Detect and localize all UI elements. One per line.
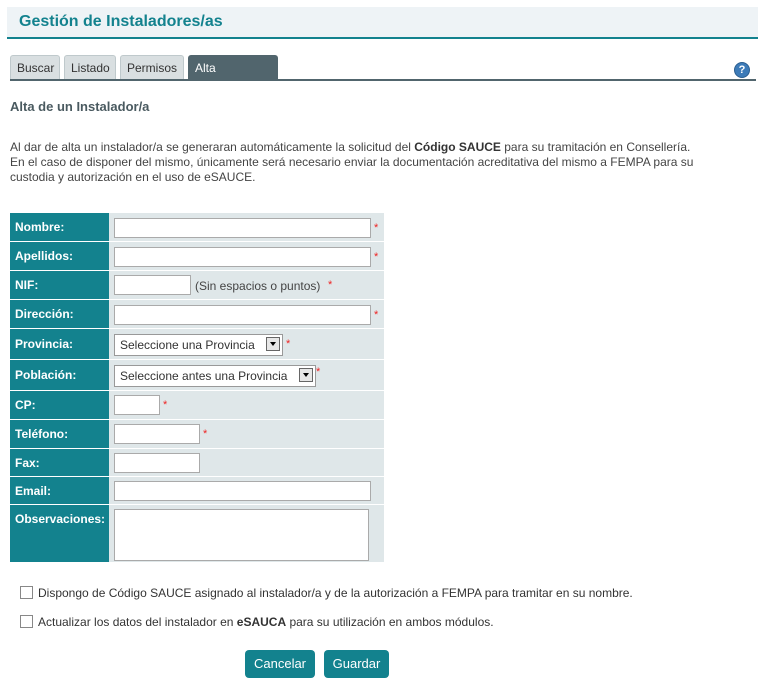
row-telefono: Teléfono: * [10,420,384,449]
poblacion-select[interactable]: Seleccione antes una Provincia [114,365,316,387]
app-title: Gestión de Instaladores/as [19,13,223,30]
label-apellidos: Apellidos: [10,242,109,270]
row-provincia: Provincia: Seleccione una Provincia * [10,329,384,360]
provincia-select[interactable]: Seleccione una Provincia [114,334,283,356]
required-mark: * [163,399,168,411]
nombre-input[interactable] [114,218,371,238]
label-observaciones: Observaciones: [10,505,109,562]
chevron-down-icon [299,368,313,382]
row-nif: NIF: (Sin espacios o puntos) * [10,271,384,300]
row-direccion: Dirección: * [10,300,384,329]
label-cp: CP: [10,391,109,419]
cancel-button[interactable]: Cancelar [245,650,315,678]
row-cp: CP: * [10,391,384,420]
page-header: Gestión de Instaladores/as [7,7,758,39]
tab-bar: Buscar Listado Permisos Alta Instalador … [10,55,756,99]
esauca-checkbox[interactable] [20,615,33,628]
nif-hint: (Sin espacios o puntos) [195,279,321,293]
tab-listado[interactable]: Listado [64,55,116,79]
required-mark: * [374,309,379,321]
label-fax: Fax: [10,449,109,476]
row-observaciones: Observaciones: [10,505,384,563]
observaciones-textarea[interactable] [114,509,369,561]
row-nombre: Nombre: * [10,213,384,242]
esauca-checkbox-label: Actualizar los datos del instalador en e… [38,615,494,629]
required-mark: * [316,366,321,378]
page-title: Alta de un Instalador/a [10,99,150,114]
intro-line1-post: para su tramitación en Consellería. [500,140,691,154]
required-mark: * [286,338,291,350]
fax-input[interactable] [114,453,200,473]
row-fax: Fax: [10,449,384,477]
label-poblacion: Población: [10,360,109,390]
intro-line3: custodia y autorización en el uso de eSA… [10,170,256,184]
row-poblacion: Población: Seleccione antes una Provinci… [10,360,384,391]
label-telefono: Teléfono: [10,420,109,448]
required-mark: * [328,279,333,291]
tab-buscar[interactable]: Buscar [10,55,60,79]
chevron-down-icon [266,337,280,351]
required-mark: * [203,428,208,440]
intro-line1-bold: Código SAUCE [414,140,501,154]
row-apellidos: Apellidos: * [10,242,384,271]
save-button[interactable]: Guardar [324,650,389,678]
label-email: Email: [10,477,109,504]
apellidos-input[interactable] [114,247,371,267]
intro-text: Al dar de alta un instalador/a se genera… [10,140,730,185]
intro-line1-pre: Al dar de alta un instalador/a se genera… [10,140,415,154]
poblacion-selected: Seleccione antes una Provincia [120,369,288,383]
label-provincia: Provincia: [10,329,109,359]
tab-alta-instalador[interactable]: Alta Instalador [188,55,278,99]
sauce-checkbox-label: Dispongo de Código SAUCE asignado al ins… [38,586,633,600]
nif-input[interactable] [114,275,191,295]
label-nif: NIF: [10,271,109,299]
cp-input[interactable] [114,395,160,415]
help-icon[interactable]: ? [734,62,750,78]
sauce-checkbox[interactable] [20,586,33,599]
required-mark: * [374,222,379,234]
intro-line2: En el caso de disponer del mismo, únicam… [10,155,694,169]
label-direccion: Dirección: [10,300,109,328]
direccion-input[interactable] [114,305,371,325]
tab-permisos[interactable]: Permisos [120,55,184,79]
required-mark: * [374,251,379,263]
label-nombre: Nombre: [10,213,109,241]
row-email: Email: [10,477,384,505]
provincia-selected: Seleccione una Provincia [120,338,255,352]
email-input[interactable] [114,481,371,501]
installer-form: Nombre: * Apellidos: * NIF: (Sin espacio… [10,213,384,563]
telefono-input[interactable] [114,424,200,444]
